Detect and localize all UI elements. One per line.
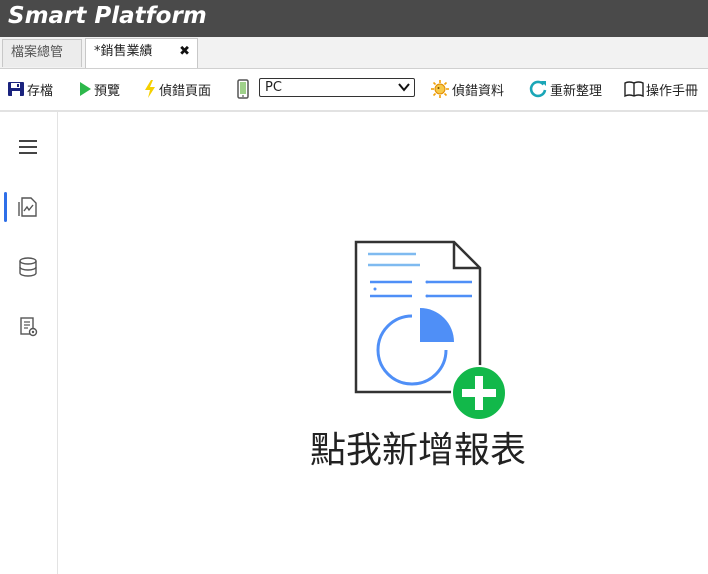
report-chart-icon[interactable] <box>17 196 39 218</box>
device-select-value: PC <box>265 80 282 95</box>
close-icon[interactable]: ✖ <box>179 39 190 65</box>
save-label: 存檔 <box>27 83 54 99</box>
debug-page-label: 偵錯頁面 <box>159 83 212 99</box>
add-report-icon <box>354 240 507 421</box>
device-select[interactable]: PC <box>259 78 415 97</box>
preview-button[interactable]: 預覽 <box>78 79 120 99</box>
active-indicator <box>4 192 7 222</box>
tab-bar: 檔案總管 *銷售業績 ✖ <box>0 37 708 69</box>
tab-label: *銷售業績 <box>94 44 153 59</box>
refresh-icon <box>529 80 547 98</box>
lightning-icon <box>145 80 155 98</box>
save-icon <box>8 82 24 96</box>
debug-data-label: 偵錯資料 <box>452 83 505 99</box>
hamburger-menu-icon[interactable] <box>17 136 39 158</box>
manual-label: 操作手冊 <box>646 83 699 99</box>
mobile-device-button[interactable] <box>236 79 252 99</box>
mobile-device-icon <box>237 79 249 99</box>
save-button[interactable]: 存檔 <box>7 79 53 99</box>
title-bar: Smart Platform <box>0 0 708 37</box>
sidebar <box>0 112 58 574</box>
add-report-button[interactable]: 點我新增報表 <box>58 112 708 574</box>
database-icon[interactable] <box>17 256 39 278</box>
add-report-label: 點我新增報表 <box>309 430 526 471</box>
debug-page-button[interactable]: 偵錯頁面 <box>143 79 211 99</box>
main-content: 點我新增報表 <box>58 112 708 574</box>
tab-sales-report[interactable]: *銷售業績 ✖ <box>85 38 198 68</box>
chevron-down-icon <box>398 83 410 92</box>
book-icon <box>624 81 644 98</box>
refresh-label: 重新整理 <box>550 83 603 99</box>
preview-label: 預覽 <box>94 83 121 99</box>
toolbar: 存檔 預覽 偵錯頁面 PC 偵錯資料 重新整理 操作手冊 <box>0 69 708 112</box>
report-settings-icon[interactable] <box>17 316 39 338</box>
debug-data-button[interactable]: 偵錯資料 <box>430 79 504 99</box>
bug-sun-icon <box>431 80 449 98</box>
app-title: Smart Platform <box>8 3 207 29</box>
tab-label: 檔案總管 <box>11 45 64 60</box>
refresh-button[interactable]: 重新整理 <box>528 79 602 99</box>
tab-file-explorer[interactable]: 檔案總管 <box>2 39 82 67</box>
play-icon <box>80 82 91 96</box>
manual-button[interactable]: 操作手冊 <box>624 79 698 99</box>
